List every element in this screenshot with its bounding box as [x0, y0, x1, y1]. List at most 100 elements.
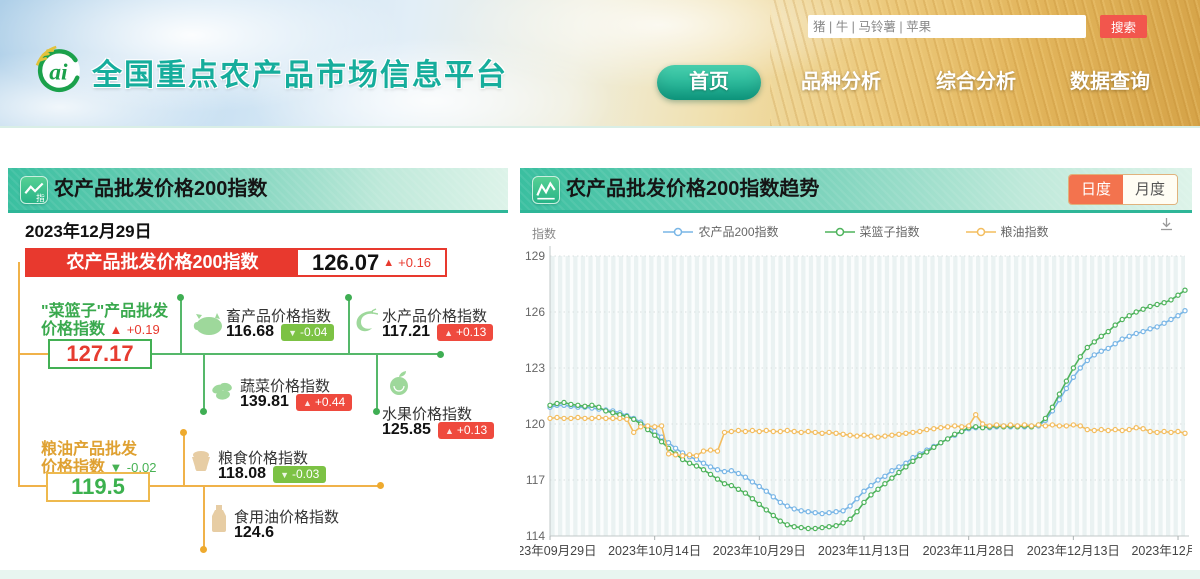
basket-branch-line	[18, 353, 48, 355]
trend-chart-panel: 农产品批发价格200指数趋势 日度 月度 指数 农产品200指数菜篮子指数粮油指…	[520, 168, 1192, 568]
grainoil-branch-line	[18, 485, 46, 487]
nav-item-data-query[interactable]: 数据查询	[1062, 65, 1158, 100]
page: ai 全国重点农产品市场信息平台 搜索 首页 品种分析 综合分析 数据查询 指 …	[0, 0, 1200, 579]
site-title: 全国重点农产品市场信息平台	[92, 50, 508, 94]
svg-text:120: 120	[525, 417, 545, 431]
right-panel-title: 农产品批发价格200指数趋势	[566, 168, 819, 210]
grainoil-name-line1: 粮油产品批发	[41, 441, 137, 459]
legend-marker-icon	[663, 227, 693, 237]
grain-value: 118.08	[218, 465, 266, 483]
fruit-value-row: 125.85 ▲+0.13	[382, 421, 494, 439]
legend-label: 农产品200指数	[698, 223, 778, 240]
grainoil-h-line	[146, 485, 380, 487]
shrimp-icon	[352, 308, 378, 339]
price-index-panel: 指 农产品批发价格200指数 2023年12月29日 农产品批发价格200指数 …	[8, 168, 508, 568]
index-date: 2023年12月29日	[25, 217, 152, 242]
trunk-line	[18, 262, 20, 487]
fruit-stub	[376, 353, 378, 411]
top-banner: ai 全国重点农产品市场信息平台 搜索 首页 品种分析 综合分析 数据查询	[0, 0, 1200, 128]
toggle-monthly[interactable]: 月度	[1123, 175, 1177, 204]
trend-plot: 1141171201231261292023年09月29日2023年10月14日…	[520, 241, 1192, 571]
svg-text:123: 123	[525, 361, 545, 375]
left-panel-title: 农产品批发价格200指数	[54, 168, 267, 210]
legend-marker-icon	[825, 227, 855, 237]
down-triangle-icon: ▼	[280, 470, 289, 480]
toggle-daily[interactable]: 日度	[1069, 175, 1123, 204]
trend-chart-icon	[532, 176, 560, 204]
period-toggle: 日度 月度	[1068, 174, 1178, 205]
livestock-value: 116.68	[226, 323, 274, 341]
aquatic-badge: ▲+0.13	[437, 324, 493, 341]
search-input[interactable]	[808, 15, 1086, 38]
main-index-label: 农产品批发价格200指数	[27, 250, 298, 275]
livestock-value-row: 116.68 ▼-0.04	[226, 323, 334, 341]
vegetable-value: 139.81	[240, 393, 289, 411]
svg-text:114: 114	[526, 529, 545, 543]
oil-bottle-icon	[210, 504, 230, 538]
main-index-value: 126.07 ▲ +0.16	[298, 250, 445, 275]
download-icon[interactable]	[1159, 217, 1174, 237]
up-triangle-icon: ▲	[383, 257, 394, 269]
footer-strip	[0, 570, 1200, 579]
grain-badge: ▼-0.03	[273, 466, 326, 483]
legend-item[interactable]: 菜篮子指数	[825, 223, 920, 240]
grain-bowl-icon	[188, 447, 214, 476]
node-dot	[373, 408, 380, 415]
legend-marker-icon	[966, 227, 996, 237]
basket-h-line	[148, 353, 441, 355]
grain-value-row: 118.08 ▼-0.03	[218, 465, 326, 483]
fruit-icon	[386, 370, 414, 402]
vegetable-stub	[203, 353, 205, 411]
edible-oil-value: 124.6	[234, 524, 274, 542]
aquatic-value: 117.21	[382, 323, 430, 341]
svg-text:129: 129	[525, 249, 545, 263]
svg-text:2023年10月14日: 2023年10月14日	[608, 544, 701, 558]
svg-text:2023年11月13日: 2023年11月13日	[818, 544, 910, 558]
vegetable-value-row: 139.81 ▲+0.44	[240, 393, 352, 411]
vegetable-badge: ▲+0.44	[296, 394, 352, 411]
logo-icon: ai	[30, 42, 86, 94]
search-button[interactable]: 搜索	[1100, 15, 1147, 38]
up-triangle-icon: ▲	[445, 426, 454, 436]
up-triangle-icon: ▲	[303, 398, 312, 408]
legend-label: 粮油指数	[1001, 223, 1049, 240]
node-dot	[345, 294, 352, 301]
index-tree: 2023年12月29日 农产品批发价格200指数 126.07 ▲ +0.16	[8, 213, 508, 573]
main-index-change: +0.16	[398, 255, 431, 270]
node-dot	[180, 429, 187, 436]
main-index-box: 农产品批发价格200指数 126.07 ▲ +0.16	[25, 248, 447, 277]
node-dot	[437, 351, 444, 358]
nav-item-home[interactable]: 首页	[657, 65, 761, 100]
svg-text:2023年10月29日: 2023年10月29日	[713, 544, 806, 558]
svg-text:2023年09月29日: 2023年09月29日	[520, 544, 597, 558]
nav-item-variety-analysis[interactable]: 品种分析	[793, 65, 889, 100]
oil-stub	[203, 485, 205, 549]
legend-item[interactable]: 农产品200指数	[663, 223, 778, 240]
basket-name-line1: "菜篮子"产品批发	[41, 303, 168, 321]
trend-chart: 指数 农产品200指数菜篮子指数粮油指数 1141171201231261292…	[520, 213, 1192, 571]
site-logo[interactable]: ai	[30, 42, 86, 99]
left-panel-header: 指 农产品批发价格200指数	[8, 168, 508, 213]
livestock-badge: ▼-0.04	[281, 324, 334, 341]
svg-text:2023年11月28日: 2023年11月28日	[923, 544, 1015, 558]
node-dot	[177, 294, 184, 301]
legend-item[interactable]: 粮油指数	[966, 223, 1049, 240]
down-triangle-icon: ▼	[288, 328, 297, 338]
aquatic-value-row: 117.21 ▲+0.13	[382, 323, 493, 341]
main-index-number: 126.07	[312, 250, 379, 275]
node-dot	[200, 408, 207, 415]
basket-name-line2: 价格指数	[41, 321, 105, 338]
fruit-value: 125.85	[382, 421, 431, 439]
nav-item-comprehensive-analysis[interactable]: 综合分析	[928, 65, 1024, 100]
chart-legend: 农产品200指数 菜篮子指数 粮油指数	[520, 223, 1192, 240]
pig-icon	[193, 311, 223, 342]
up-triangle-icon: ▲	[109, 322, 122, 337]
svg-text:ai: ai	[49, 59, 68, 85]
aquatic-stub	[348, 297, 350, 355]
svg-text:2023年12月28日: 2023年12月28日	[1131, 544, 1192, 558]
basket-change: +0.19	[127, 322, 160, 337]
svg-text:126: 126	[525, 305, 545, 319]
grainoil-value-box: 119.5	[46, 472, 150, 502]
grain-stub	[183, 432, 185, 487]
legend-label: 菜篮子指数	[860, 223, 920, 240]
